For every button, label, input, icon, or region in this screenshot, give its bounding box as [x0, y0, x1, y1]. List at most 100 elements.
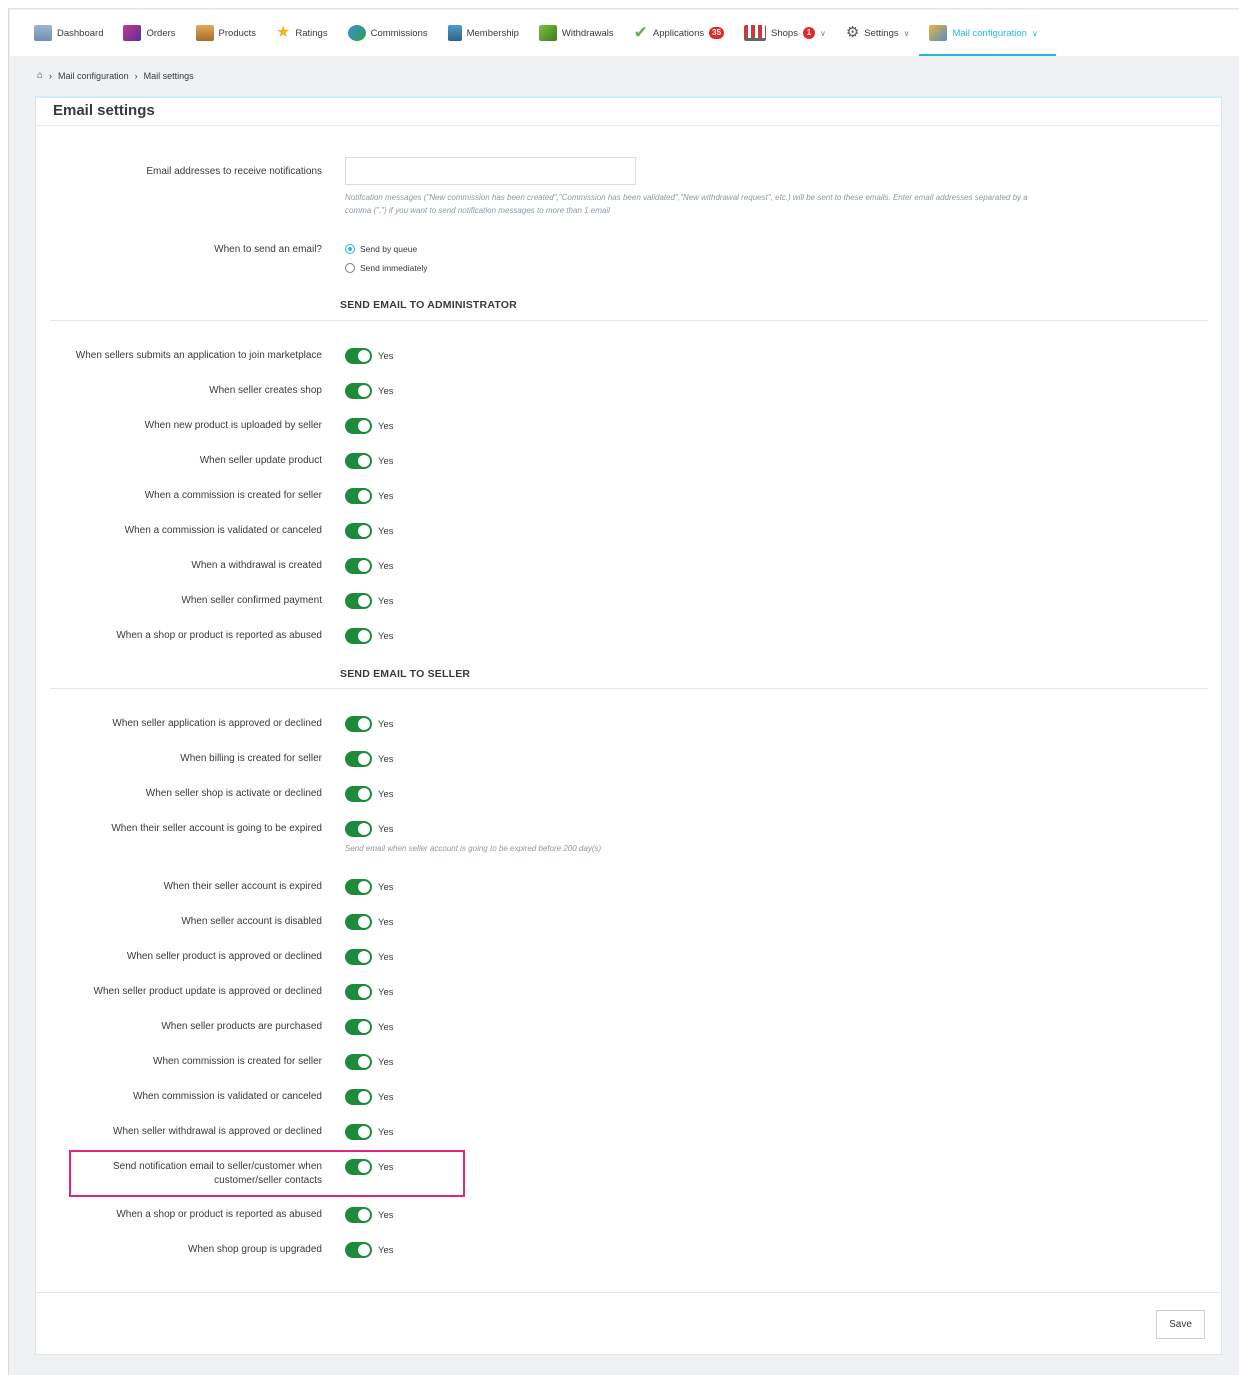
toggle-switch[interactable]	[345, 628, 372, 644]
toggle-state: Yes	[378, 881, 394, 893]
setting-toggle[interactable]: Yes	[345, 1207, 394, 1223]
setting-toggle[interactable]: Yes	[345, 628, 394, 644]
setting-toggle[interactable]: Yes	[345, 593, 394, 609]
toggle-switch[interactable]	[345, 453, 372, 469]
chevron-down-icon: ∨	[1031, 28, 1038, 38]
setting-toggle[interactable]: Yes	[345, 751, 394, 767]
setting-label: When seller product is approved or decli…	[126, 951, 322, 962]
nav-orders[interactable]: Orders	[113, 10, 185, 56]
setting-toggle[interactable]: Yes	[345, 1124, 394, 1140]
top-navigation: Dashboard Orders Products ★ Ratings Comm…	[10, 10, 1239, 56]
membership-icon	[447, 25, 462, 41]
setting-toggle[interactable]: Yes	[345, 1089, 394, 1105]
breadcrumb-mail-configuration[interactable]: Mail configuration	[58, 71, 129, 81]
setting-toggle[interactable]: Yes	[345, 1054, 394, 1070]
setting-label: When seller update product	[199, 455, 322, 466]
setting-toggle[interactable]: Yes	[345, 949, 394, 965]
nav-ratings[interactable]: ★ Ratings	[266, 10, 338, 56]
setting-label: When seller shop is activate or declined	[145, 788, 322, 799]
setting-label-contact-notification: Send notification email to seller/custom…	[32, 1160, 322, 1188]
panel-title: Email settings	[36, 98, 1221, 126]
setting-toggle[interactable]: Yes	[345, 523, 394, 539]
setting-label: When seller application is approved or d…	[112, 718, 322, 729]
toggle-switch[interactable]	[345, 558, 372, 574]
setting-toggle[interactable]: Yes	[345, 558, 394, 574]
toggle-switch[interactable]	[345, 383, 372, 399]
star-icon: ★	[276, 24, 291, 41]
toggle-switch[interactable]	[345, 1242, 372, 1258]
nav-commissions[interactable]: Commissions	[338, 10, 438, 56]
nav-applications[interactable]: ✔ Applications 35	[624, 10, 734, 56]
radio-unselected-icon[interactable]	[345, 263, 355, 273]
setting-label: When commission is validated or canceled	[133, 1091, 322, 1102]
toggle-switch[interactable]	[345, 488, 372, 504]
home-icon[interactable]: ⌂	[37, 70, 43, 81]
setting-toggle[interactable]: Yes	[345, 383, 394, 399]
toggle-switch[interactable]	[345, 949, 372, 965]
toggle-state: Yes	[378, 1161, 394, 1173]
send-by-queue-option[interactable]: Send by queue	[345, 244, 417, 254]
nav-dashboard[interactable]: Dashboard	[24, 10, 113, 56]
email-addresses-label: Email addresses to receive notifications	[146, 166, 322, 177]
radio-selected-icon[interactable]	[345, 244, 355, 254]
setting-toggle[interactable]: Yes	[345, 418, 394, 434]
toggle-switch[interactable]	[345, 879, 372, 895]
setting-toggle[interactable]: Yes	[345, 488, 394, 504]
setting-label: When a withdrawal is created	[191, 560, 322, 571]
nav-shops[interactable]: Shops 1 ∨	[734, 10, 836, 56]
commissions-icon	[347, 25, 366, 41]
toggle-switch[interactable]	[345, 751, 372, 767]
chevron-down-icon: ∨	[903, 28, 910, 38]
toggle-switch[interactable]	[345, 523, 372, 539]
toggle-switch[interactable]	[345, 984, 372, 1000]
send-immediately-option[interactable]: Send immediately	[345, 263, 428, 273]
divider	[50, 320, 1208, 321]
toggle-switch[interactable]	[345, 716, 372, 732]
nav-withdrawals[interactable]: Withdrawals	[529, 10, 624, 56]
setting-toggle[interactable]: Yes	[345, 879, 394, 895]
help-line: Notifcation messages ("New commission ha…	[345, 193, 1028, 202]
settings-icon: ⚙	[845, 24, 860, 41]
nav-label: Products	[218, 27, 257, 39]
toggle-state: Yes	[378, 951, 394, 963]
app-frame: Dashboard Orders Products ★ Ratings Comm…	[8, 8, 1239, 1375]
breadcrumb-mail-settings: Mail settings	[143, 70, 194, 81]
setting-toggle[interactable]: Yes	[345, 1242, 394, 1258]
nav-mail-configuration[interactable]: Mail configuration ∨	[919, 10, 1057, 56]
setting-toggle[interactable]: Yes	[345, 1159, 394, 1175]
toggle-switch[interactable]	[345, 786, 372, 802]
setting-label: When commission is created for seller	[153, 1056, 322, 1067]
toggle-switch[interactable]	[345, 1089, 372, 1105]
setting-toggle[interactable]: Yes	[345, 1019, 394, 1035]
save-button[interactable]: Save	[1156, 1310, 1205, 1339]
setting-toggle[interactable]: Yes	[345, 453, 394, 469]
setting-toggle[interactable]: Yes	[345, 821, 394, 837]
applications-icon: ✔	[633, 23, 648, 42]
toggle-state: Yes	[378, 350, 394, 362]
breadcrumb: ⌂ › Mail configuration › Mail settings	[37, 70, 194, 81]
toggle-switch[interactable]	[345, 1124, 372, 1140]
toggle-switch[interactable]	[345, 418, 372, 434]
setting-label: When sellers submits an application to j…	[75, 350, 322, 361]
toggle-switch[interactable]	[345, 914, 372, 930]
setting-toggle[interactable]: Yes	[345, 716, 394, 732]
setting-toggle[interactable]: Yes	[345, 348, 394, 364]
toggle-switch[interactable]	[345, 1207, 372, 1223]
setting-toggle[interactable]: Yes	[345, 914, 394, 930]
toggle-switch[interactable]	[345, 1054, 372, 1070]
toggle-switch[interactable]	[345, 593, 372, 609]
email-addresses-input[interactable]	[345, 157, 636, 185]
nav-settings[interactable]: ⚙ Settings ∨	[836, 10, 920, 56]
setting-toggle[interactable]: Yes	[345, 786, 394, 802]
toggle-state: Yes	[378, 560, 394, 572]
toggle-switch[interactable]	[345, 821, 372, 837]
toggle-switch[interactable]	[345, 1019, 372, 1035]
nav-label: Commissions	[370, 27, 428, 39]
setting-label: When seller withdrawal is approved or de…	[113, 1126, 322, 1137]
email-addresses-help: Notifcation messages ("New commission ha…	[345, 191, 1028, 217]
setting-toggle[interactable]: Yes	[345, 984, 394, 1000]
nav-products[interactable]: Products	[186, 10, 267, 56]
toggle-switch[interactable]	[345, 348, 372, 364]
nav-membership[interactable]: Membership	[438, 10, 529, 56]
toggle-switch[interactable]	[345, 1159, 372, 1175]
